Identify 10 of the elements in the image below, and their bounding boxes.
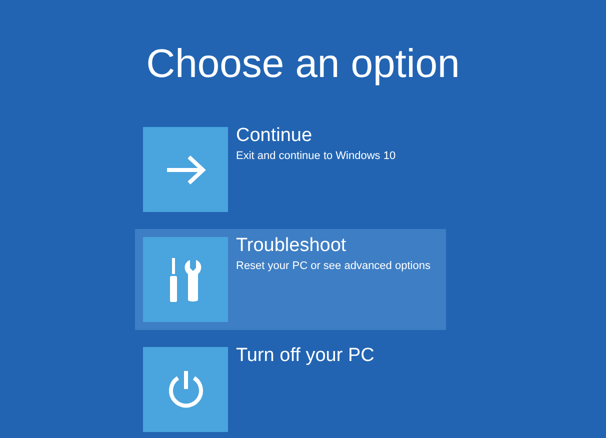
- option-description: Exit and continue to Windows 10: [236, 149, 396, 163]
- option-label: Troubleshoot: [236, 234, 348, 258]
- option-item[interactable]: Turn off your PC: [135, 339, 446, 438]
- tools-icon: [168, 258, 204, 302]
- page-title: Choose an option: [146, 41, 460, 88]
- option-label: Continue: [236, 124, 314, 148]
- option-label: Turn off your PC: [236, 344, 374, 368]
- option-item[interactable]: Continue Exit and continue to Windows 10: [135, 119, 446, 220]
- option-description: Reset your PC or see advanced options: [236, 259, 430, 273]
- option-item[interactable]: Troubleshoot Reset your PC or see advanced options: [135, 229, 446, 330]
